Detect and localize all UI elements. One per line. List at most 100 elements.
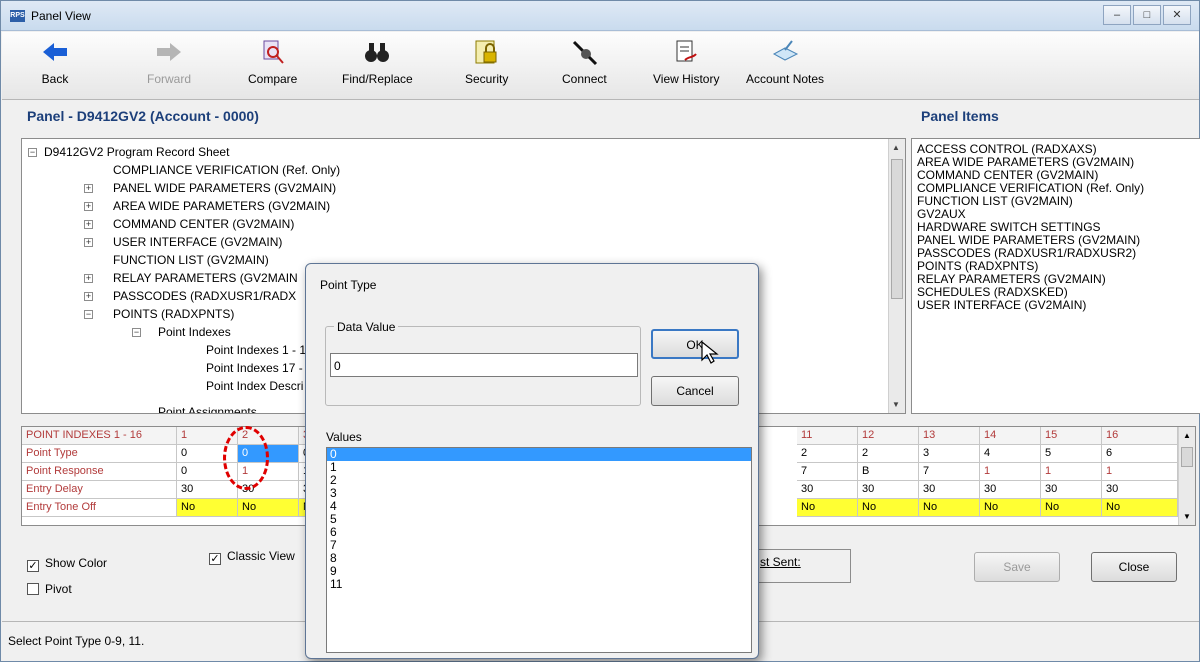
scroll-down-icon[interactable]: ▼	[1183, 512, 1191, 521]
checkmark-icon: ✓	[27, 560, 39, 572]
tree-item[interactable]: Point Indexes 1 - 1	[206, 343, 306, 357]
grid-column-header[interactable]: 12	[858, 427, 919, 445]
tree-item[interactable]: USER INTERFACE (GV2MAIN)	[113, 235, 282, 249]
grid-cell[interactable]: 30	[980, 481, 1041, 499]
tree-item[interactable]: Point Indexes 17 -	[206, 361, 303, 375]
maximize-icon[interactable]: □	[1133, 5, 1161, 25]
classic-view-checkbox[interactable]: ✓ Classic View	[209, 549, 295, 565]
tree-item[interactable]: PASSCODES (RADXUSR1/RADX	[113, 289, 296, 303]
view-history-button[interactable]: View History	[653, 38, 719, 86]
scroll-up-icon[interactable]: ▲	[892, 143, 900, 152]
grid-cell[interactable]: 7	[919, 463, 980, 481]
grid-cell[interactable]: 30	[919, 481, 980, 499]
tree-item[interactable]: FUNCTION LIST (GV2MAIN)	[113, 253, 269, 267]
value-option[interactable]: 7	[327, 539, 751, 552]
minimize-icon[interactable]: –	[1103, 5, 1131, 25]
value-option[interactable]: 9	[327, 565, 751, 578]
panel-item[interactable]: USER INTERFACE (GV2MAIN)	[917, 299, 1195, 312]
grid-cell[interactable]: 6	[1102, 445, 1178, 463]
values-list[interactable]: 0 1 2 3 4 5 6 7 8 9 11	[326, 447, 752, 653]
grid-cell[interactable]: 30	[1102, 481, 1178, 499]
tree-item[interactable]: RELAY PARAMETERS (GV2MAIN	[113, 271, 298, 285]
account-notes-button[interactable]: Account Notes	[746, 38, 824, 86]
grid-cell[interactable]: 1	[1102, 463, 1178, 481]
cancel-button[interactable]: Cancel	[651, 376, 739, 406]
tree-item[interactable]: COMMAND CENTER (GV2MAIN)	[113, 217, 294, 231]
grid-column-header[interactable]: 13	[919, 427, 980, 445]
compare-button[interactable]: Compare	[248, 38, 297, 86]
panel-items-list[interactable]: ACCESS CONTROL (RADXAXS) AREA WIDE PARAM…	[911, 138, 1200, 414]
expand-icon[interactable]: +	[84, 202, 93, 211]
value-option[interactable]: 2	[327, 474, 751, 487]
grid-cell[interactable]: 2	[797, 445, 858, 463]
expand-icon[interactable]: +	[84, 292, 93, 301]
grid-cell[interactable]: No	[1102, 499, 1178, 517]
grid-cell[interactable]: No	[858, 499, 919, 517]
grid-cell[interactable]: 30	[858, 481, 919, 499]
scroll-down-icon[interactable]: ▼	[892, 400, 900, 409]
grid-cell[interactable]: B	[858, 463, 919, 481]
grid-cell[interactable]: No	[1041, 499, 1102, 517]
scroll-thumb[interactable]	[891, 159, 903, 299]
data-value-input[interactable]: 0	[330, 353, 638, 377]
collapse-icon[interactable]: −	[84, 310, 93, 319]
scroll-up-icon[interactable]: ▲	[1183, 431, 1191, 440]
expand-icon[interactable]: +	[84, 220, 93, 229]
grid-cell[interactable]: 2	[858, 445, 919, 463]
value-option[interactable]: 5	[327, 513, 751, 526]
grid-cell[interactable]: No	[919, 499, 980, 517]
connect-button[interactable]: Connect	[562, 38, 607, 86]
grid-cell[interactable]: 1	[980, 463, 1041, 481]
tree-scrollbar[interactable]: ▲ ▼	[888, 139, 905, 413]
scroll-thumb[interactable]	[1181, 447, 1193, 467]
tree-item[interactable]: AREA WIDE PARAMETERS (GV2MAIN)	[113, 199, 330, 213]
grid-column-header[interactable]: 11	[797, 427, 858, 445]
grid-column-header[interactable]: 14	[980, 427, 1041, 445]
tree-item-root[interactable]: D9412GV2 Program Record Sheet	[44, 145, 229, 159]
grid-cell[interactable]: 30	[177, 481, 238, 499]
grid-cell[interactable]: 30	[797, 481, 858, 499]
save-button[interactable]: Save	[974, 552, 1060, 582]
back-button[interactable]: Back	[40, 38, 70, 86]
collapse-icon[interactable]: −	[132, 328, 141, 337]
grid-cell[interactable]: 30	[1041, 481, 1102, 499]
collapse-icon[interactable]: −	[28, 148, 37, 157]
compare-icon	[263, 40, 284, 64]
value-option[interactable]: 6	[327, 526, 751, 539]
security-button[interactable]: Security	[465, 38, 508, 86]
pivot-checkbox[interactable]: Pivot	[27, 582, 72, 596]
expand-icon[interactable]: +	[84, 184, 93, 193]
value-option[interactable]: 1	[327, 461, 751, 474]
forward-button[interactable]: Forward	[147, 38, 191, 86]
value-option[interactable]: 4	[327, 500, 751, 513]
show-color-checkbox[interactable]: ✓ Show Color	[27, 556, 107, 572]
grid-cell[interactable]: 7	[797, 463, 858, 481]
value-option[interactable]: 3	[327, 487, 751, 500]
expand-icon[interactable]: +	[84, 238, 93, 247]
tree-item-point-indexes[interactable]: Point Indexes	[158, 325, 231, 339]
grid-column-header[interactable]: 15	[1041, 427, 1102, 445]
grid-cell[interactable]: No	[797, 499, 858, 517]
tree-item-points[interactable]: POINTS (RADXPNTS)	[113, 307, 234, 321]
grid-column-header[interactable]: 16	[1102, 427, 1178, 445]
ok-button[interactable]: OK	[651, 329, 739, 359]
value-option[interactable]: 8	[327, 552, 751, 565]
grid-cell[interactable]: No	[980, 499, 1041, 517]
find-replace-button[interactable]: Find/Replace	[342, 38, 413, 86]
tree-item[interactable]: Point Assignments	[158, 405, 257, 413]
grid-scrollbar[interactable]: ▲ ▼	[1178, 427, 1195, 525]
tree-item[interactable]: COMPLIANCE VERIFICATION (Ref. Only)	[113, 163, 340, 177]
grid-cell[interactable]: No	[238, 499, 299, 517]
grid-cell[interactable]: 3	[919, 445, 980, 463]
close-icon[interactable]: ✕	[1163, 5, 1191, 25]
grid-cell[interactable]: 4	[980, 445, 1041, 463]
close-button[interactable]: Close	[1091, 552, 1177, 582]
grid-cell[interactable]: 5	[1041, 445, 1102, 463]
tree-item[interactable]: Point Index Descri	[206, 379, 303, 393]
value-option-selected[interactable]: 0	[327, 448, 751, 461]
expand-icon[interactable]: +	[84, 274, 93, 283]
tree-item[interactable]: PANEL WIDE PARAMETERS (GV2MAIN)	[113, 181, 336, 195]
grid-cell[interactable]: 1	[1041, 463, 1102, 481]
value-option[interactable]: 11	[327, 578, 751, 591]
grid-cell[interactable]: No	[177, 499, 238, 517]
